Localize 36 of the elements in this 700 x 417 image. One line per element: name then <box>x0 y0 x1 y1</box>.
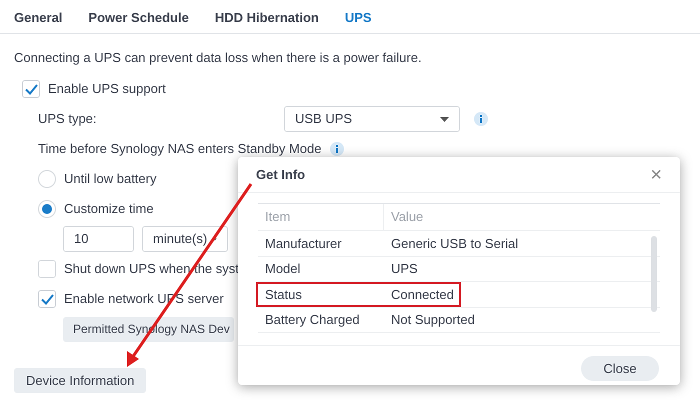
tab[interactable]: UPS <box>344 6 372 30</box>
field-label: Time before Synology NAS enters Standby Mode <box>38 140 322 158</box>
radio-button[interactable] <box>38 170 56 188</box>
radio-label: Customize time <box>64 200 154 218</box>
radio-label: Until low battery <box>64 170 156 188</box>
radio-button[interactable] <box>38 200 56 218</box>
dialog-title: Get Info <box>256 166 306 184</box>
unit-dropdown[interactable]: minute(s) <box>142 226 228 252</box>
checkbox-label: Enable UPS support <box>48 80 166 98</box>
table-cell-text: Not Supported <box>390 311 475 329</box>
table-cell-text: Model <box>264 260 302 278</box>
table-cell-text: UPS <box>390 260 418 278</box>
ups-type-dropdown[interactable]: USB UPS <box>284 106 460 132</box>
device-information-button[interactable]: Device Information <box>14 368 146 393</box>
checkbox[interactable] <box>38 260 56 278</box>
close-icon[interactable]: × <box>650 164 662 184</box>
tab[interactable]: HDD Hibernation <box>214 6 319 30</box>
table-cell-text: Status <box>264 286 303 304</box>
checkbox[interactable] <box>38 290 56 308</box>
info-icon[interactable] <box>474 112 488 126</box>
table-cell-text: Battery Charged <box>264 311 361 329</box>
column-header: Value <box>390 208 424 226</box>
tab[interactable]: General <box>14 6 62 30</box>
field-label: UPS type: <box>38 110 98 128</box>
column-header: Item <box>258 204 384 230</box>
info-icon[interactable] <box>330 142 344 156</box>
tab[interactable]: Power Schedule <box>88 6 189 30</box>
description-text: Connecting a UPS can prevent data loss when there is a power failure. <box>14 49 423 68</box>
caret-icon <box>440 116 449 122</box>
close-button[interactable]: Close <box>581 356 659 381</box>
checkbox[interactable] <box>22 80 40 98</box>
time-input[interactable]: 10 <box>63 226 134 252</box>
table-cell-text: Manufacturer <box>264 234 343 252</box>
caret-icon <box>213 236 217 242</box>
table-cell-text: Connected <box>390 286 454 304</box>
table-cell-text: Generic USB to Serial <box>390 234 518 252</box>
